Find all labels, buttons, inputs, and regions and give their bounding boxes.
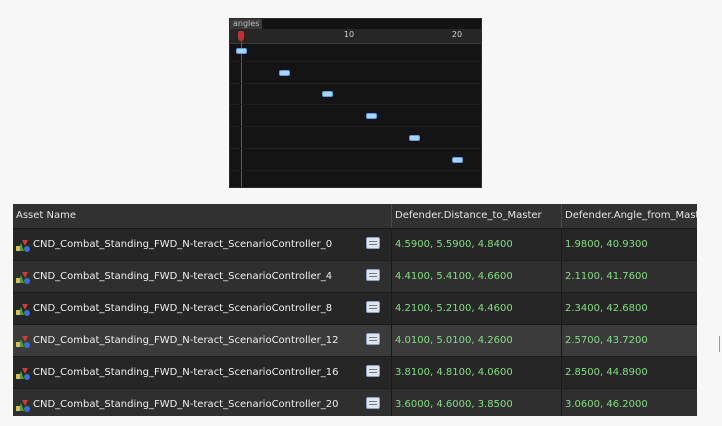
keyframe-marker[interactable]: [236, 48, 247, 54]
asset-table: Asset Name Defender.Distance_to_Master D…: [13, 204, 697, 416]
track-row-divider: [230, 126, 481, 128]
edit-icon[interactable]: [366, 269, 380, 281]
track-row-divider: [230, 169, 481, 171]
edit-icon[interactable]: [366, 301, 380, 313]
edit-icon[interactable]: [366, 365, 380, 377]
distance-cell[interactable]: 4.4100, 5.4100, 4.6600: [391, 261, 561, 292]
distance-cell[interactable]: 4.0100, 5.0100, 4.2600: [391, 325, 561, 356]
asset-name-text: CND_Combat_Standing_FWD_N-teract_Scenari…: [33, 367, 339, 378]
asset-name-cell[interactable]: CND_Combat_Standing_FWD_N-teract_Scenari…: [13, 293, 391, 324]
asset-name-text: CND_Combat_Standing_FWD_N-teract_Scenari…: [33, 335, 339, 346]
distance-cell[interactable]: 3.6000, 4.6000, 3.8500: [391, 389, 561, 416]
angle-cell[interactable]: 2.1100, 41.7600: [561, 261, 697, 292]
edit-icon[interactable]: [366, 397, 380, 409]
asset-name-cell[interactable]: CND_Combat_Standing_FWD_N-teract_Scenari…: [13, 261, 391, 292]
angle-cell[interactable]: 2.8500, 44.8900: [561, 357, 697, 388]
track-row-divider: [230, 61, 481, 62]
asset-type-icon: [15, 333, 33, 349]
playhead-line: [241, 41, 242, 187]
table-header: Asset Name Defender.Distance_to_Master D…: [13, 204, 697, 229]
angle-cell[interactable]: 3.0600, 46.2000: [561, 389, 697, 416]
edit-icon[interactable]: [366, 333, 380, 345]
keyframe-marker[interactable]: [322, 91, 334, 98]
distance-cell[interactable]: 4.2100, 5.2100, 4.4600: [391, 293, 561, 324]
keyframe-marker[interactable]: [279, 69, 291, 76]
ruler-label: 10: [343, 30, 355, 39]
asset-type-icon: [15, 237, 33, 253]
asset-name-cell[interactable]: CND_Combat_Standing_FWD_N-teract_Scenari…: [13, 229, 391, 260]
angle-cell[interactable]: 2.5700, 43.7200: [561, 325, 697, 356]
timeline-ruler[interactable]: 01020: [230, 29, 481, 44]
edit-icon[interactable]: [366, 237, 380, 249]
track-row-divider: [230, 104, 481, 106]
asset-name-text: CND_Combat_Standing_FWD_N-teract_Scenari…: [33, 239, 333, 250]
table-row[interactable]: CND_Combat_Standing_FWD_N-teract_Scenari…: [13, 389, 697, 416]
asset-name-cell[interactable]: CND_Combat_Standing_FWD_N-teract_Scenari…: [13, 357, 391, 388]
angle-cell[interactable]: 1.9800, 40.9300: [561, 229, 697, 260]
asset-name-text: CND_Combat_Standing_FWD_N-teract_Scenari…: [33, 271, 333, 282]
asset-name-cell[interactable]: CND_Combat_Standing_FWD_N-teract_Scenari…: [13, 389, 391, 416]
table-row[interactable]: CND_Combat_Standing_FWD_N-teract_Scenari…: [13, 357, 697, 389]
column-header-asset-name[interactable]: Asset Name: [13, 204, 391, 228]
asset-type-icon: [15, 269, 33, 285]
track-row-divider: [230, 147, 481, 149]
table-row[interactable]: CND_Combat_Standing_FWD_N-teract_Scenari…: [13, 325, 697, 357]
timeline-panel[interactable]: angles 01020: [229, 18, 482, 188]
distance-cell[interactable]: 3.8100, 4.8100, 4.0600: [391, 357, 561, 388]
track-row-divider: [230, 82, 481, 84]
asset-name-text: CND_Combat_Standing_FWD_N-teract_Scenari…: [33, 303, 333, 314]
asset-type-icon: [15, 397, 33, 413]
timeline-tab[interactable]: angles: [230, 19, 263, 29]
table-body: CND_Combat_Standing_FWD_N-teract_Scenari…: [13, 229, 697, 416]
distance-cell[interactable]: 4.5900, 5.5900, 4.8400: [391, 229, 561, 260]
table-row[interactable]: CND_Combat_Standing_FWD_N-teract_Scenari…: [13, 261, 697, 293]
table-row[interactable]: CND_Combat_Standing_FWD_N-teract_Scenari…: [13, 293, 697, 325]
keyframe-marker[interactable]: [452, 156, 463, 163]
asset-type-icon: [15, 301, 33, 317]
column-header-angle[interactable]: Defender.Angle_from_Master: [561, 204, 697, 228]
asset-type-icon: [15, 365, 33, 381]
column-header-distance[interactable]: Defender.Distance_to_Master: [391, 204, 561, 228]
scroll-edge: [719, 336, 720, 352]
keyframe-marker[interactable]: [408, 134, 420, 141]
table-row[interactable]: CND_Combat_Standing_FWD_N-teract_Scenari…: [13, 229, 697, 261]
ruler-label: 20: [451, 30, 463, 39]
keyframe-marker[interactable]: [365, 113, 377, 120]
angle-cell[interactable]: 2.3400, 42.6800: [561, 293, 697, 324]
asset-name-cell[interactable]: CND_Combat_Standing_FWD_N-teract_Scenari…: [13, 325, 391, 356]
asset-name-text: CND_Combat_Standing_FWD_N-teract_Scenari…: [33, 399, 339, 410]
playhead-handle[interactable]: [238, 31, 244, 41]
